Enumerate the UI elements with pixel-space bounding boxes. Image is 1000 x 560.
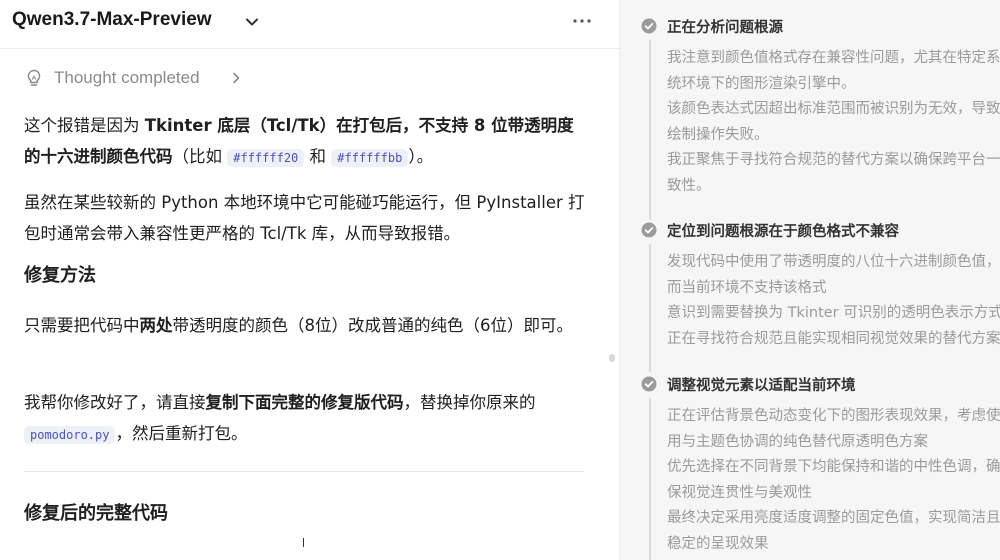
reasoning-line: 意识到需要替换为 Tkinter 可识别的透明色表示方式 [667, 305, 1000, 321]
reasoning-line: 用与主题色协调的纯色替代原透明色方案 [667, 433, 928, 450]
bold-text: 两处 [139, 316, 173, 335]
reasoning-line: 最终决定采用亮度适度调整的固定色值，实现简洁且 [667, 510, 1000, 526]
lightbulb-icon [27, 69, 41, 86]
chevron-right-icon [233, 72, 240, 84]
message-paragraph: 虽然在某些较新的 Python 本地环境中它可能碰巧能运行，但 PyInstal… [24, 193, 585, 243]
text-cursor [303, 538, 304, 547]
chevron-down-icon[interactable] [244, 14, 260, 30]
message-paragraph: 只需要把代码中两处带透明度的颜色（8位）改成普通的纯色（6位）即可。 [24, 310, 590, 341]
section-heading: 修复方法 [24, 265, 96, 286]
section-divider [24, 471, 584, 472]
model-selector-label[interactable]: Qwen3.7-Max-Preview [12, 9, 212, 31]
text-run: ，替换掉你原来的 [403, 393, 536, 412]
more-horizontal-icon[interactable] [572, 18, 592, 24]
text-run: ）。 [408, 147, 434, 166]
reasoning-line: 我正聚焦于寻找符合规范的替代方案以确保跨平台一 [667, 152, 1000, 168]
reasoning-line: 优先选择在不同背景下均能保持和谐的中性色调，确 [667, 459, 1000, 475]
reasoning-line: 而当前环境不支持该格式 [667, 279, 827, 296]
reasoning-line: 该颜色表达式因超出标准范围而被识别为无效，导致 [667, 101, 1000, 117]
text-run: 只需要把代码中 [24, 316, 140, 335]
check-circle-icon [641, 18, 657, 34]
reasoning-step-body: 正在评估背景色动态变化下的图形表现效果，考虑使 用与主题色协调的纯色替代原透明色方… [667, 404, 1000, 557]
inline-code: pomodoro.py [24, 426, 116, 444]
text-run: 带透明度的颜色（8位）改成普通的纯色（6位）即可。 [172, 316, 574, 335]
reasoning-line: 致性。 [667, 177, 711, 194]
bold-text: 复制下面完整的修复版代码 [205, 393, 404, 412]
check-circle-icon [641, 222, 657, 238]
timeline-line [649, 398, 651, 560]
chat-panel: Qwen3.7-Max-Preview Thought completed 这个… [0, 0, 619, 560]
inline-code: #ffffffbb [331, 149, 409, 167]
text-run: 我帮你修改好了，请直接 [24, 393, 206, 412]
thought-label: Thought completed [54, 68, 200, 87]
check-circle-icon [641, 376, 657, 392]
reasoning-step-title: 调整视觉元素以适配当前环境 [667, 378, 856, 394]
reasoning-line: 我注意到颜色值格式存在兼容性问题，尤其在特定系 [667, 50, 1000, 66]
text-run: 这个报错是因为 [24, 116, 145, 135]
reasoning-step-body: 我注意到颜色值格式存在兼容性问题，尤其在特定系 统环境下的图形渲染引擎中。该颜色表… [667, 46, 1000, 199]
resize-handle[interactable] [609, 354, 615, 362]
reasoning-step-title: 正在分析问题根源 [667, 20, 783, 36]
message-paragraph: 这个报错是因为 Tkinter 底层（Tcl/Tk）在打包后，不支持 8 位带透… [24, 110, 590, 174]
text-run: 和 [304, 147, 332, 166]
timeline-line [649, 40, 651, 220]
header-divider [0, 48, 619, 49]
reasoning-line: 绘制操作失败。 [667, 126, 769, 143]
reasoning-step-body: 发现代码中使用了带透明度的八位十六进制颜色值， 而当前环境不支持该格式意识到需要替… [667, 250, 1000, 352]
reasoning-line: 正在寻找符合规范且能实现相同视觉效果的替代方案 [667, 330, 1000, 347]
message-paragraph: 我帮你修改好了，请直接复制下面完整的修复版代码，替换掉你原来的 pomodoro… [24, 387, 590, 451]
text-run: （比如 [172, 147, 228, 166]
reasoning-line: 发现代码中使用了带透明度的八位十六进制颜色值， [667, 254, 1000, 270]
section-heading: 修复后的完整代码 [24, 503, 168, 524]
inline-code: #ffffff20 [227, 149, 305, 167]
text-run: ，然后重新打包。 [115, 424, 248, 443]
reasoning-line: 保视觉连贯性与美观性 [667, 484, 812, 501]
reasoning-line: 统环境下的图形渲染引擎中。 [667, 75, 856, 92]
thought-toggle[interactable]: Thought completed [24, 66, 264, 92]
reasoning-step-title: 定位到问题根源在于颜色格式不兼容 [667, 224, 899, 240]
chat-header: Qwen3.7-Max-Preview [0, 0, 619, 46]
reasoning-panel: 正在分析问题根源我注意到颜色值格式存在兼容性问题，尤其在特定系 统环境下的图形渲染… [620, 0, 1000, 560]
reasoning-line: 稳定的呈现效果 [667, 535, 769, 552]
timeline-line [649, 244, 651, 372]
reasoning-line: 正在评估背景色动态变化下的图形表现效果，考虑使 [667, 408, 1000, 424]
